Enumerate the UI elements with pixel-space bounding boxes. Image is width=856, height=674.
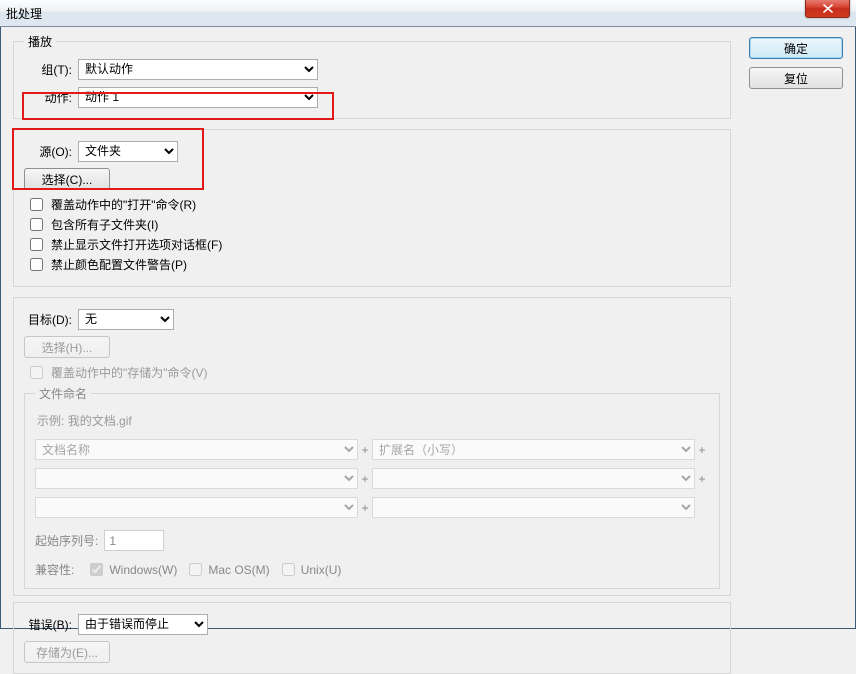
ok-button[interactable]: 确定 [749, 37, 843, 59]
action-label: 动作: [24, 89, 78, 106]
dest-group: 目标(D): 无 选择(H)... 覆盖动作中的"存储为"命令(V) 文件命名 … [13, 297, 731, 596]
override-save-label: 覆盖动作中的"存储为"命令(V) [51, 364, 208, 381]
source-label: 源(O): [24, 143, 78, 160]
compat-row: 兼容性: Windows(W) Mac OS(M) Unix(U) [35, 561, 709, 578]
compat-mac-label: Mac OS(M) [208, 563, 269, 577]
compat-mac-checkbox[interactable] [189, 563, 202, 576]
include-sub-row: 包含所有子文件夹(I) [24, 216, 720, 233]
suppress-open-checkbox[interactable] [30, 238, 43, 251]
dest-label: 目标(D): [24, 311, 78, 328]
suppress-color-checkbox[interactable] [30, 258, 43, 271]
client-area: 确定 复位 播放 组(T): 默认动作 动作: 动作 1 [0, 27, 856, 629]
suppress-color-label: 禁止颜色配置文件警告(P) [51, 256, 187, 273]
plus-1: + [358, 443, 372, 457]
source-group: 源(O): 文件夹 选择(C)... 覆盖动作中的"打开"命令(R) 包含所有子… [13, 129, 731, 287]
error-group: 错误(B): 由于错误而停止 存储为(E)... [13, 602, 731, 674]
plus-4: + [695, 472, 709, 486]
play-legend: 播放 [24, 33, 56, 50]
group-label: 组(T): [24, 61, 78, 78]
suppress-open-row: 禁止显示文件打开选项对话框(F) [24, 236, 720, 253]
compat-win-checkbox[interactable] [90, 563, 103, 576]
titlebar: 批处理 [0, 0, 856, 27]
example-value: 我的文档.gif [68, 414, 132, 428]
serial-row: 起始序列号: [35, 530, 709, 551]
window-title: 批处理 [6, 5, 42, 22]
reset-button[interactable]: 复位 [749, 67, 843, 89]
action-select[interactable]: 动作 1 [78, 87, 318, 108]
play-group: 播放 组(T): 默认动作 动作: 动作 1 [13, 33, 731, 119]
include-sub-checkbox[interactable] [30, 218, 43, 231]
side-buttons: 确定 复位 [749, 37, 843, 97]
choose-source-button[interactable]: 选择(C)... [24, 168, 110, 190]
close-icon [823, 4, 833, 13]
dest-select[interactable]: 无 [78, 309, 174, 330]
suppress-color-row: 禁止颜色配置文件警告(P) [24, 256, 720, 273]
plus-3: + [358, 472, 372, 486]
compat-win-label: Windows(W) [109, 563, 177, 577]
plus-5: + [358, 501, 372, 515]
source-area: 源(O): 文件夹 选择(C)... 覆盖动作中的"打开"命令(R) 包含所有子… [13, 129, 731, 287]
main-area: 播放 组(T): 默认动作 动作: 动作 1 源(O): [13, 33, 731, 621]
naming-group: 文件命名 示例: 我的文档.gif 文档名称 + 扩展名（小写） + + + + [24, 385, 720, 589]
include-sub-label: 包含所有子文件夹(I) [51, 216, 158, 233]
group-select[interactable]: 默认动作 [78, 59, 318, 80]
error-label: 错误(B): [24, 616, 78, 633]
naming-slot-2[interactable]: 扩展名（小写） [372, 439, 695, 460]
save-as-error-button[interactable]: 存储为(E)... [24, 641, 110, 663]
error-select[interactable]: 由于错误而停止 [78, 614, 208, 635]
override-open-checkbox[interactable] [30, 198, 43, 211]
compat-unix-label: Unix(U) [301, 563, 342, 577]
compat-label: 兼容性: [35, 561, 74, 578]
choose-dest-button[interactable]: 选择(H)... [24, 336, 110, 358]
suppress-open-label: 禁止显示文件打开选项对话框(F) [51, 236, 222, 253]
compat-unix-checkbox[interactable] [282, 563, 295, 576]
example-row: 示例: 我的文档.gif [37, 412, 709, 429]
serial-label: 起始序列号: [35, 532, 98, 549]
naming-slot-4[interactable] [372, 468, 695, 489]
naming-slot-1[interactable]: 文档名称 [35, 439, 358, 460]
naming-slot-6[interactable] [372, 497, 695, 518]
naming-slot-5[interactable] [35, 497, 358, 518]
override-save-checkbox[interactable] [30, 366, 43, 379]
plus-2: + [695, 443, 709, 457]
naming-legend: 文件命名 [35, 385, 91, 402]
close-button[interactable] [805, 0, 850, 18]
override-open-row: 覆盖动作中的"打开"命令(R) [24, 196, 720, 213]
serial-input[interactable] [104, 530, 164, 551]
example-label: 示例: [37, 414, 64, 428]
naming-grid: 文档名称 + 扩展名（小写） + + + + + [35, 439, 709, 518]
override-open-label: 覆盖动作中的"打开"命令(R) [51, 196, 196, 213]
naming-slot-3[interactable] [35, 468, 358, 489]
override-save-row: 覆盖动作中的"存储为"命令(V) [24, 364, 720, 381]
source-select[interactable]: 文件夹 [78, 141, 178, 162]
